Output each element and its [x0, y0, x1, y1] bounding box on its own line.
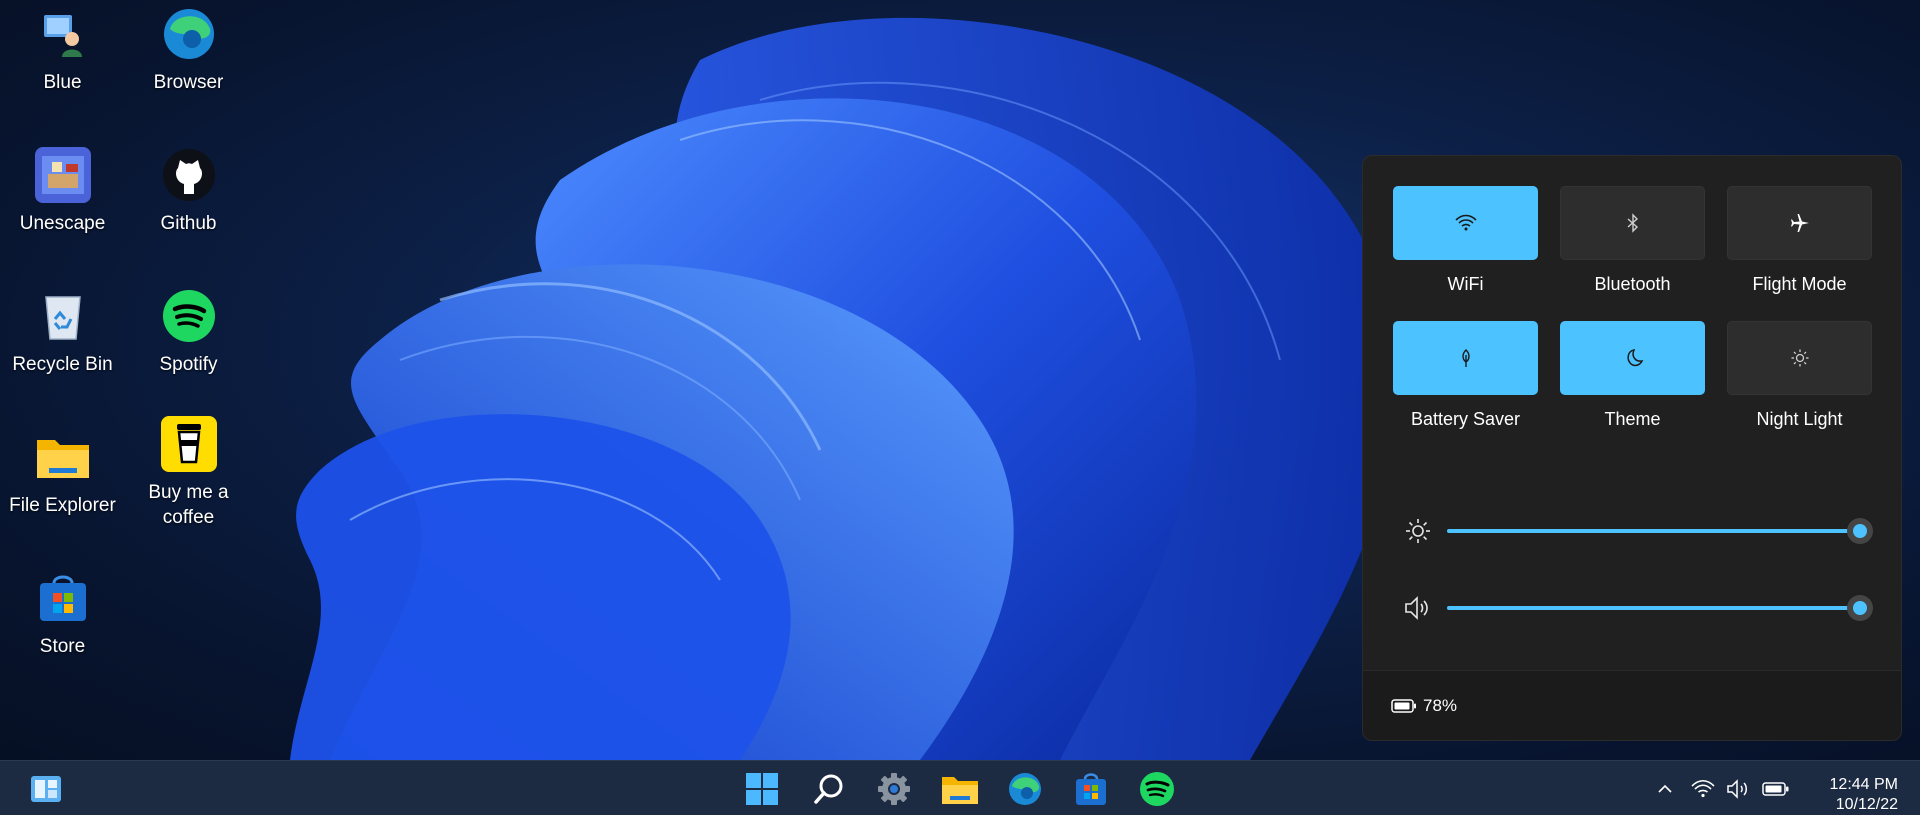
volume-slider[interactable]	[1447, 595, 1873, 621]
quick-settings-footer: 78%	[1363, 670, 1901, 740]
flight-mode-toggle-button[interactable]	[1727, 186, 1872, 260]
tile-label: Bluetooth	[1594, 274, 1671, 294]
tile-label: Battery Saver	[1410, 409, 1521, 429]
desktop-icon-blue[interactable]: Blue	[0, 6, 125, 95]
wifi-icon	[1454, 214, 1477, 231]
store-icon	[35, 570, 91, 626]
start-icon	[746, 772, 778, 805]
widgets-button[interactable]	[18, 761, 74, 815]
brightness-slider-thumb[interactable]	[1847, 518, 1873, 544]
speaker-icon	[1403, 593, 1433, 623]
desktop-icon-file-explorer[interactable]: File Explorer	[0, 429, 125, 518]
store-button[interactable]	[1063, 761, 1119, 815]
desktop-icon-label: Recycle Bin	[12, 354, 113, 375]
settings-icon	[878, 772, 910, 805]
store-icon	[1076, 772, 1106, 805]
spotify-icon	[161, 288, 217, 344]
moon-icon	[1626, 349, 1643, 367]
desktop-icon-label: File Explorer	[9, 495, 116, 516]
night-light-toggle-button[interactable]	[1727, 321, 1872, 395]
speaker-icon	[1727, 778, 1747, 799]
tile-night-light: Night Light	[1727, 321, 1872, 430]
tile-wifi: WiFi	[1393, 186, 1538, 295]
edge-button[interactable]	[997, 761, 1053, 815]
battery-saver-icon	[1461, 349, 1470, 367]
github-icon	[161, 147, 217, 203]
desktop-icon-unescape[interactable]: Unescape	[0, 147, 125, 236]
tile-bluetooth: Bluetooth	[1560, 186, 1705, 295]
desktop-icon-label: Browser	[153, 72, 224, 93]
unescape-game-icon	[34, 147, 91, 203]
settings-button[interactable]	[866, 761, 922, 815]
desktop-icon-store[interactable]: Store	[0, 570, 125, 659]
wifi-icon	[1691, 779, 1715, 797]
airplane-icon	[1790, 214, 1809, 232]
quick-settings-panel: WiFi Bluetooth Flight Mode Battery Saver…	[1362, 155, 1902, 741]
desktop-icon-label: Store	[39, 636, 86, 657]
tile-label: Flight Mode	[1752, 274, 1847, 294]
desktop-icon-label: Spotify	[159, 354, 218, 375]
spotify-icon	[1140, 771, 1174, 806]
desktop-icon-label: Blue	[43, 72, 82, 93]
battery-saver-toggle-button[interactable]	[1393, 321, 1538, 395]
tile-label: WiFi	[1447, 274, 1484, 294]
file-explorer-button[interactable]	[932, 761, 988, 815]
battery-icon	[1762, 781, 1789, 796]
clock-time: 12:44 PM	[1829, 776, 1898, 793]
tile-theme: Theme	[1560, 321, 1705, 430]
battery-icon	[1391, 698, 1416, 713]
tile-flight-mode: Flight Mode	[1727, 186, 1872, 295]
desktop-icon-label: Unescape	[19, 213, 106, 234]
bluetooth-icon	[1627, 213, 1638, 233]
tile-battery-saver: Battery Saver	[1393, 321, 1538, 430]
sun-small-icon	[1791, 349, 1808, 367]
spotify-button[interactable]	[1129, 761, 1185, 815]
system-tray	[1650, 761, 1680, 815]
clock-date: 10/12/22	[1835, 796, 1898, 813]
coffee-icon	[160, 416, 217, 472]
bluetooth-toggle-button[interactable]	[1560, 186, 1705, 260]
user-pc-icon	[35, 6, 91, 62]
theme-toggle-button[interactable]	[1560, 321, 1705, 395]
volume-slider-thumb[interactable]	[1847, 595, 1873, 621]
desktop-icon-github[interactable]: Github	[126, 147, 251, 236]
desktop-icon-spotify[interactable]: Spotify	[126, 288, 251, 377]
tile-label: Night Light	[1756, 409, 1843, 429]
volume-slider-row	[1403, 593, 1873, 623]
desktop-icon-buy-me-a-coffee[interactable]: Buy me a coffee	[126, 416, 251, 530]
desktop-icon-browser[interactable]: Browser	[126, 6, 251, 95]
desktop-icon-label: Github	[160, 213, 217, 234]
taskbar: 12:44 PM 10/12/22	[0, 760, 1920, 815]
widgets-icon	[31, 775, 61, 802]
battery-percent: 78%	[1423, 695, 1458, 715]
edge-icon	[161, 6, 217, 62]
battery-status[interactable]: 78%	[1391, 696, 1457, 716]
start-button[interactable]	[734, 761, 790, 815]
desktop-icon-label: Buy me a coffee	[148, 482, 229, 528]
recycle-bin-icon	[35, 288, 91, 344]
edge-icon	[1009, 772, 1041, 805]
desktop-icon-recycle-bin[interactable]: Recycle Bin	[0, 288, 125, 377]
brightness-icon	[1403, 516, 1433, 546]
file-explorer-icon	[942, 776, 978, 804]
taskbar-clock[interactable]: 12:44 PM 10/12/22	[1830, 775, 1898, 815]
tile-label: Theme	[1604, 409, 1661, 429]
folder-icon	[35, 429, 91, 485]
quick-settings-tiles: WiFi Bluetooth Flight Mode Battery Saver…	[1393, 186, 1873, 430]
search-icon	[814, 774, 843, 804]
brightness-slider[interactable]	[1447, 518, 1873, 544]
quick-settings-tray-button[interactable]	[1690, 761, 1790, 815]
wifi-toggle-button[interactable]	[1393, 186, 1538, 260]
chevron-up-icon	[1658, 784, 1672, 793]
search-button[interactable]	[801, 761, 857, 815]
brightness-slider-row	[1403, 516, 1873, 546]
show-hidden-icons-button[interactable]	[1650, 784, 1680, 794]
